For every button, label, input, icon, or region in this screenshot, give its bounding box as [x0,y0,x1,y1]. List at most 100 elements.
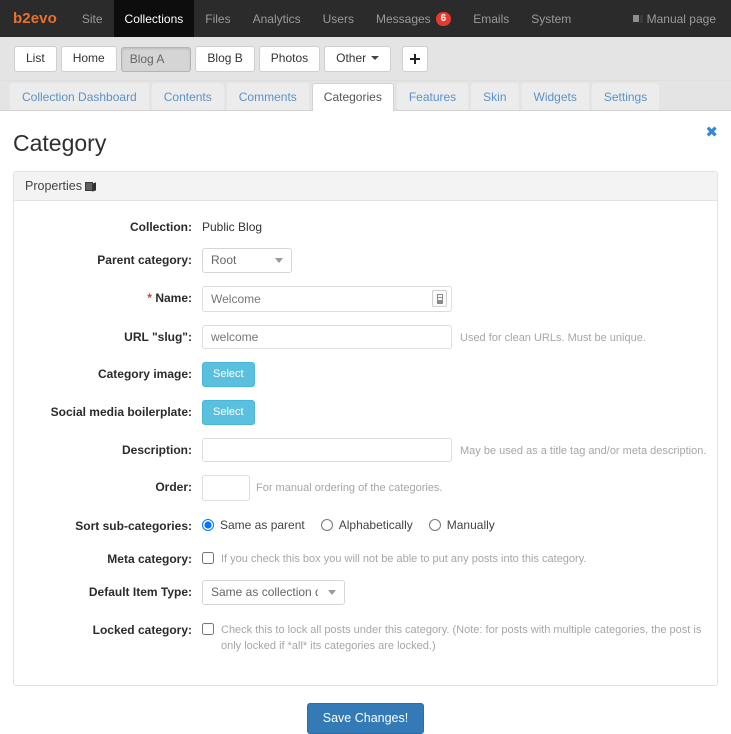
top-navigation-bar: b2evo Site Collections Files Analytics U… [0,0,731,37]
form-row-default-item-type: Default Item Type: Same as collection de… [14,580,717,605]
sort-subcategories-radio-group: Same as parent Alphabetically Manually [202,514,507,532]
meta-category-checkbox[interactable] [202,552,214,564]
manual-page-label: Manual page [646,11,716,26]
nav-item-collections[interactable]: Collections [113,0,195,37]
sort-option-label: Alphabetically [338,518,413,532]
form-row-url-slug: URL "slug": Used for clean URLs. Must be… [14,325,717,349]
locked-category-checkbox[interactable] [202,623,214,635]
form-row-social-media-boilerplate: Social media boilerplate: Select [14,400,717,425]
description-input[interactable] [202,438,452,462]
tab-categories[interactable]: Categories [311,83,394,111]
category-image-label: Category image: [97,367,192,381]
form-row-meta-category: Meta category: If you check this box you… [14,547,717,567]
nav-item-messages[interactable]: Messages 6 [365,0,462,37]
default-item-type-select[interactable]: Same as collection default [202,580,345,605]
nav-item-label: Collections [124,11,184,26]
page-title: Category [13,130,107,156]
nav-item-label: Messages [375,11,431,26]
tab-features[interactable]: Features [396,83,469,110]
name-input-wrap [202,286,452,312]
parent-category-label: Parent category: [97,253,192,267]
collection-button-other-dropdown[interactable]: Other [324,46,392,72]
nav-item-files[interactable]: Files [194,0,241,37]
tab-skin[interactable]: Skin [471,83,519,110]
meta-category-label: Meta category: [107,552,192,566]
top-navigation-right: Manual page [626,0,731,37]
tab-widgets[interactable]: Widgets [521,83,589,110]
nav-item-system[interactable]: System [520,0,582,37]
form-row-locked-category: Locked category: Check this to lock all … [14,618,717,654]
sort-radio-alphabetically[interactable] [320,519,333,531]
collection-button-home[interactable]: Home [60,46,117,72]
collection-value: Public Blog [202,220,263,234]
nav-item-label: Emails [473,11,510,26]
name-input[interactable] [202,286,452,312]
form-row-order: Order: For manual ordering of the catego… [14,475,717,501]
url-slug-label: URL "slug": [124,330,192,344]
social-media-boilerplate-select-button[interactable]: Select [202,400,255,425]
sort-option-label: Same as parent [220,518,305,532]
collection-subtabs: Collection Dashboard Contents Comments C… [0,81,731,111]
locked-category-help: Check this to lock all posts under this … [221,624,702,652]
nav-item-users[interactable]: Users [312,0,365,37]
sort-option-alphabetically[interactable]: Alphabetically [320,518,413,532]
collection-button-blog-b[interactable]: Blog B [195,46,255,72]
nav-item-site[interactable]: Site [71,0,114,37]
order-input[interactable] [202,475,250,501]
sort-radio-same-as-parent[interactable] [202,519,214,531]
save-changes-button[interactable]: Save Changes! [306,703,425,734]
meta-category-checkbox-line: If you check this box you will not be ab… [202,547,586,567]
url-slug-input[interactable] [202,325,452,349]
tab-collection-dashboard[interactable]: Collection Dashboard [10,83,149,110]
form-row-sort-subcategories: Sort sub-categories: Same as parent Alph… [14,514,717,534]
sort-option-same-as-parent[interactable]: Same as parent [202,518,305,532]
description-help: May be used as a title tag and/or meta d… [460,445,707,457]
book-icon[interactable] [85,182,97,192]
properties-form: Collection: Public Blog Parent category:… [14,201,717,685]
collection-button-blog-a[interactable]: Blog A [120,46,192,72]
required-marker: * [147,291,152,305]
form-row-name: * Name: [14,286,717,312]
collection-label: Collection: [130,220,192,234]
order-help: For manual ordering of the categories. [256,482,443,494]
nav-item-emails[interactable]: Emails [462,0,520,37]
nav-item-analytics[interactable]: Analytics [242,0,312,37]
nav-item-label: Users [322,11,354,26]
name-label: * Name: [22,286,202,306]
name-label-text: Name: [155,291,192,305]
nav-item-label: Files [205,11,231,26]
form-actions: Save Changes! [13,686,718,734]
parent-category-select-wrap: Root [202,248,292,273]
collection-other-label: Other [336,51,367,65]
properties-panel: Properties Collection: Public Blog Paren… [13,171,718,686]
locked-category-label: Locked category: [92,623,192,637]
tab-contents[interactable]: Contents [151,83,224,110]
nav-item-label: System [531,11,572,26]
sort-radio-manually[interactable] [428,519,441,531]
collection-button-photos[interactable]: Photos [258,46,321,72]
form-row-collection: Collection: Public Blog [14,215,717,235]
book-icon [631,14,643,24]
nav-item-label: Analytics [252,11,301,26]
add-collection-button[interactable] [402,46,429,72]
page-content: Category ✖ Properties Collection: Public… [0,111,731,734]
description-label: Description: [121,443,192,457]
form-row-description: Description: May be used as a title tag … [14,438,717,462]
sort-option-label: Manually [446,518,495,532]
url-slug-help: Used for clean URLs. Must be unique. [460,332,646,344]
collection-button-list[interactable]: List [14,46,57,72]
tab-comments[interactable]: Comments [226,83,309,110]
order-label: Order: [155,480,192,494]
sort-subcategories-label: Sort sub-categories: [75,519,192,533]
locked-category-checkbox-line: Check this to lock all posts under this … [202,618,709,654]
insert-field-icon[interactable] [432,290,447,307]
sort-option-manually[interactable]: Manually [428,518,495,532]
tab-settings[interactable]: Settings [591,83,660,110]
parent-category-select[interactable]: Root [202,248,292,273]
manual-page-link[interactable]: Manual page [626,12,722,26]
close-icon[interactable]: ✖ [705,125,718,140]
nav-item-label: Site [81,11,103,26]
brand-logo[interactable]: b2evo [0,0,71,37]
social-media-boilerplate-label: Social media boilerplate: [50,405,192,419]
category-image-select-button[interactable]: Select [202,362,255,387]
